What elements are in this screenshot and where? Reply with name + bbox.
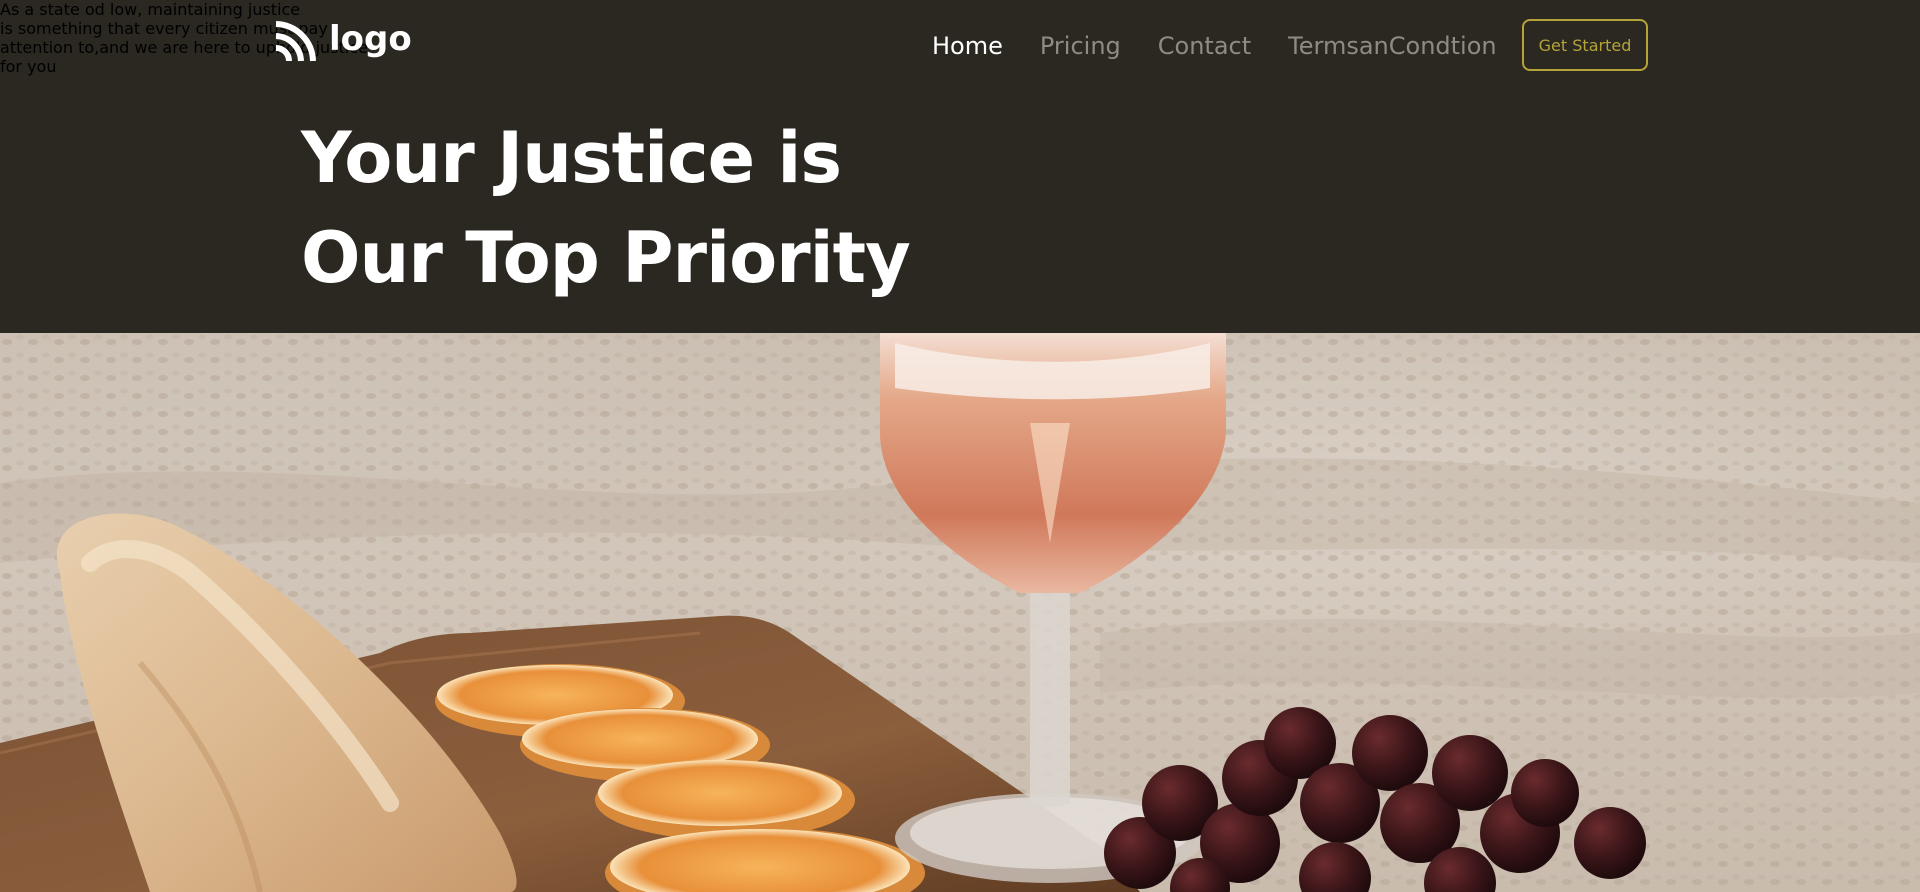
nav-pricing[interactable]: Pricing [1040,30,1121,62]
hero-headline-line2: Our Top Priority [301,217,911,299]
logo-text: logo [329,19,412,59]
wifi-arcs-logo-icon [273,20,317,64]
header-section: logo Home Pricing Contact TermsanCondtio… [0,0,1920,333]
logo[interactable]: logo [273,20,412,64]
nav-terms[interactable]: TermsanCondtion [1288,30,1496,62]
nav-contact[interactable]: Contact [1158,30,1251,62]
hero-blurb-line: As a state od low, maintaining justice [0,0,301,19]
nav-home[interactable]: Home [932,30,1003,62]
get-started-button[interactable]: Get Started [1522,19,1648,71]
hero-image [0,333,1920,892]
hero-headline-line1: Your Justice is [301,117,842,199]
main-nav: Home Pricing Contact TermsanCondtion [932,30,1534,62]
hero-headline: Your Justice is Our Top Priority [301,108,911,308]
still-life-illustration [0,333,1920,892]
